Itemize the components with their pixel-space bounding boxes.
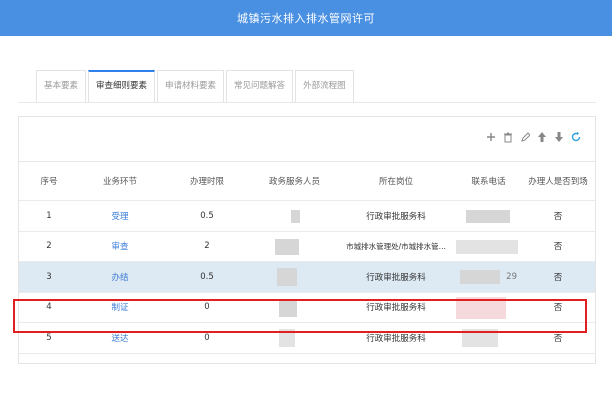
phone — [456, 232, 521, 262]
post: 行政审批服务科 — [366, 272, 426, 283]
time-limit: 0 — [204, 332, 210, 343]
tab-divider — [18, 102, 596, 103]
page-title: 城镇污水排入排水管网许可 — [237, 12, 375, 25]
trash-icon[interactable] — [503, 128, 513, 143]
redaction-block — [456, 239, 518, 254]
table-header-row: 序号 业务环节 办理时限 政务服务人员 所在岗位 联系电话 办理人是否到场 — [19, 162, 595, 201]
present-flag: 否 — [553, 272, 563, 283]
post: 行政审批服务科 — [366, 211, 426, 222]
row-number: 2 — [46, 241, 52, 252]
phone — [456, 293, 521, 323]
tab-application-materials[interactable]: 申请材料要素 — [157, 70, 225, 102]
column-header-present[interactable]: 办理人是否到场 — [521, 162, 595, 200]
redaction-block — [277, 268, 297, 286]
redaction-block — [456, 296, 506, 319]
column-header-no[interactable]: 序号 — [19, 162, 79, 200]
table-row[interactable]: 5 送达 0 行政审批服务科 否 — [19, 323, 595, 354]
staff-name — [253, 232, 336, 262]
time-limit: 0.5 — [200, 210, 214, 221]
refresh-icon[interactable] — [571, 128, 581, 142]
staff-name — [253, 262, 336, 292]
step-link[interactable]: 受理 — [111, 210, 128, 222]
arrow-down-icon[interactable] — [554, 128, 564, 142]
column-header-staff[interactable]: 政务服务人员 — [253, 162, 336, 200]
redaction-block — [460, 270, 500, 284]
redaction-block — [279, 298, 297, 317]
phone: 29 — [456, 262, 521, 292]
time-limit: 0 — [204, 302, 210, 313]
time-limit: 0.5 — [200, 271, 214, 282]
staff-name — [253, 323, 336, 353]
table-row[interactable]: 3 办结 0.5 行政审批服务科 29 否 — [19, 262, 595, 293]
table-row[interactable]: 4 制证 0 行政审批服务科 否 — [19, 293, 595, 323]
review-rules-table: 序号 业务环节 办理时限 政务服务人员 所在岗位 联系电话 办理人是否到场 1 … — [19, 161, 595, 354]
present-flag: 否 — [553, 211, 563, 222]
table-row[interactable]: 1 受理 0.5 行政审批服务科 否 — [19, 201, 595, 232]
step-link[interactable]: 审查 — [111, 240, 128, 252]
phone — [456, 201, 521, 231]
post: 行政审批服务科 — [366, 333, 426, 344]
tab-faq[interactable]: 常见问题解答 — [226, 70, 294, 102]
present-flag: 否 — [553, 303, 563, 314]
phone — [456, 323, 521, 353]
top-header-bar: 城镇污水排入排水管网许可 — [0, 0, 612, 36]
redaction-block — [275, 238, 299, 255]
column-header-post[interactable]: 所在岗位 — [336, 162, 456, 200]
staff-name — [253, 293, 336, 323]
tab-review-rules[interactable]: 审查细则要素 — [88, 70, 156, 102]
step-link[interactable]: 办结 — [111, 271, 128, 283]
edit-icon[interactable] — [520, 128, 531, 142]
redaction-block — [466, 210, 510, 223]
row-number: 5 — [46, 332, 52, 343]
redaction-block — [279, 329, 295, 347]
redaction-block — [462, 329, 498, 347]
present-flag: 否 — [553, 242, 563, 253]
present-flag: 否 — [553, 333, 563, 344]
column-header-step[interactable]: 业务环节 — [79, 162, 161, 200]
post: 行政审批服务科 — [366, 303, 426, 314]
column-header-phone[interactable]: 联系电话 — [456, 162, 521, 200]
row-number: 4 — [46, 302, 52, 313]
step-link[interactable]: 制证 — [111, 301, 128, 313]
staff-name — [253, 201, 336, 231]
table-toolbar — [486, 127, 581, 143]
time-limit: 2 — [204, 241, 210, 252]
table-row[interactable]: 2 审查 2 市城排水管理处/市城排水管... 否 — [19, 232, 595, 262]
column-header-time-limit[interactable]: 办理时限 — [161, 162, 253, 200]
step-link[interactable]: 送达 — [111, 332, 128, 344]
arrow-up-icon[interactable] — [537, 128, 547, 142]
tab-external-flowchart[interactable]: 外部流程图 — [295, 70, 354, 102]
tab-basic-elements[interactable]: 基本要素 — [36, 70, 87, 102]
plus-icon[interactable] — [486, 128, 496, 141]
phone-fragment: 29 — [506, 271, 517, 282]
row-number: 1 — [46, 210, 52, 221]
post: 市城排水管理处/市城排水管... — [346, 241, 446, 251]
row-number: 3 — [46, 271, 52, 282]
redaction-block — [291, 210, 300, 223]
review-rules-panel: 序号 业务环节 办理时限 政务服务人员 所在岗位 联系电话 办理人是否到场 1 … — [18, 116, 596, 364]
tab-bar: 基本要素 审查细则要素 申请材料要素 常见问题解答 外部流程图 — [36, 70, 356, 102]
